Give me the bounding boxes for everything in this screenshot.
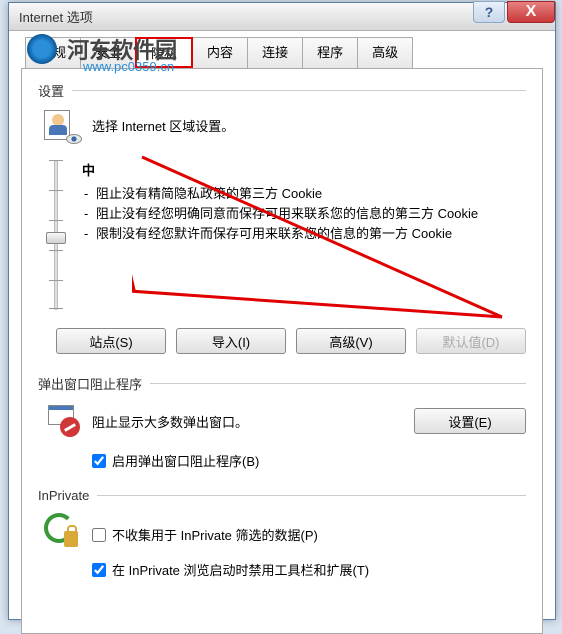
- privacy-level-slider[interactable]: [44, 160, 68, 310]
- privacy-bullet: 限制没有经您默许而保存可用来联系您的信息的第一方 Cookie: [82, 225, 526, 243]
- popup-description: 阻止显示大多数弹出窗口。: [92, 412, 402, 431]
- popup-group-label: 弹出窗口阻止程序: [38, 374, 142, 393]
- tab-panel-privacy: 设置 选择 Internet 区域设置。 中 阻止没有精简隐私政策: [21, 68, 543, 634]
- tab-general[interactable]: 常规: [25, 37, 81, 68]
- titlebar: Internet 选项 ? X: [9, 3, 555, 31]
- internet-options-window: Internet 选项 ? X 河东软件园 www.pc0359.cn 常规 安…: [8, 2, 556, 620]
- tab-security[interactable]: 安全: [80, 37, 136, 68]
- inprivate-collect-label: 不收集用于 InPrivate 筛选的数据(P): [112, 525, 318, 544]
- privacy-bullet: 阻止没有经您明确同意而保存可用来联系您的信息的第三方 Cookie: [82, 205, 526, 223]
- popup-enable-checkbox-row[interactable]: 启用弹出窗口阻止程序(B): [92, 451, 526, 470]
- tab-connections[interactable]: 连接: [247, 37, 303, 68]
- popup-enable-checkbox[interactable]: [92, 454, 106, 468]
- close-button[interactable]: X: [507, 1, 555, 23]
- advanced-button[interactable]: 高级(V): [296, 328, 406, 354]
- inprivate-collect-row[interactable]: 不收集用于 InPrivate 筛选的数据(P): [92, 525, 526, 544]
- inprivate-disable-checkbox[interactable]: [92, 563, 106, 577]
- sites-button[interactable]: 站点(S): [56, 328, 166, 354]
- inprivate-disable-row[interactable]: 在 InPrivate 浏览启动时禁用工具栏和扩展(T): [92, 560, 526, 579]
- inprivate-disable-label: 在 InPrivate 浏览启动时禁用工具栏和扩展(T): [112, 560, 369, 579]
- privacy-bullet: 阻止没有精简隐私政策的第三方 Cookie: [82, 185, 526, 203]
- privacy-zone-icon: [44, 110, 80, 146]
- popup-blocker-icon: [44, 403, 80, 439]
- tab-privacy[interactable]: 隐私: [135, 37, 193, 68]
- default-button: 默认值(D): [416, 328, 526, 354]
- popup-settings-button[interactable]: 设置(E): [414, 408, 526, 434]
- inprivate-group-label: InPrivate: [38, 488, 89, 503]
- window-title: Internet 选项: [19, 7, 93, 26]
- slider-thumb[interactable]: [46, 232, 66, 244]
- tab-advanced[interactable]: 高级: [357, 37, 413, 68]
- help-button[interactable]: ?: [473, 1, 505, 23]
- privacy-level-label: 中: [82, 160, 526, 179]
- tab-programs[interactable]: 程序: [302, 37, 358, 68]
- settings-group-label: 设置: [38, 81, 64, 100]
- settings-description: 选择 Internet 区域设置。: [92, 110, 234, 135]
- inprivate-collect-checkbox[interactable]: [92, 528, 106, 542]
- tab-strip: 常规 安全 隐私 内容 连接 程序 高级: [25, 37, 555, 68]
- import-button[interactable]: 导入(I): [176, 328, 286, 354]
- inprivate-icon: [44, 513, 80, 549]
- tab-content[interactable]: 内容: [192, 37, 248, 68]
- popup-checkbox-label: 启用弹出窗口阻止程序(B): [112, 451, 259, 470]
